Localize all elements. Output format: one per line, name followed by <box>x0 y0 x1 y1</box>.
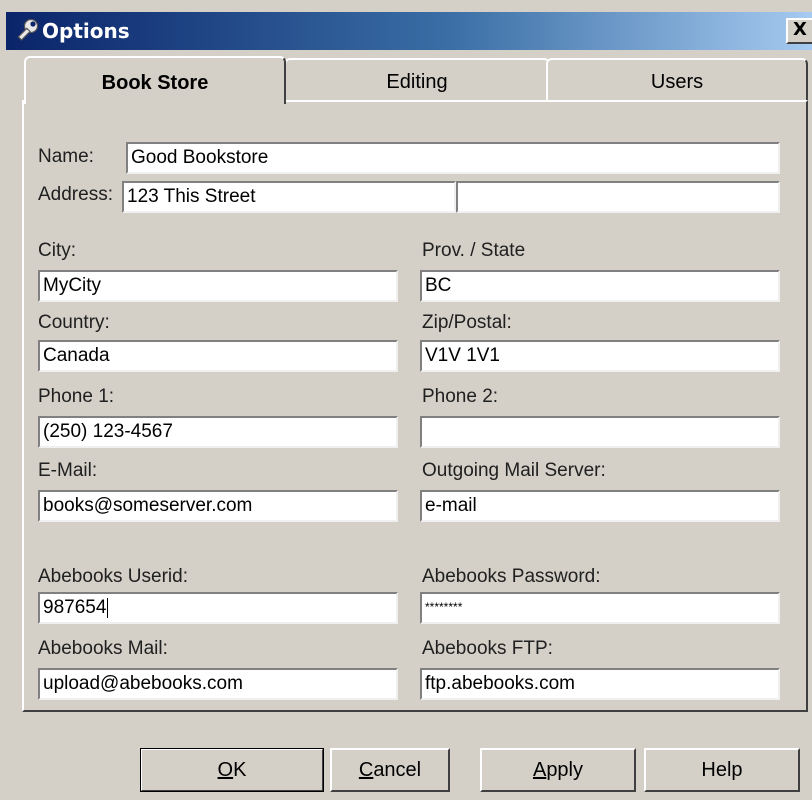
prov-state-field[interactable]: BC <box>420 270 780 302</box>
address-line1-field[interactable]: 123 This Street <box>122 181 456 213</box>
abebooks-password-label: Abebooks Password: <box>422 566 601 587</box>
city-field[interactable]: MyCity <box>38 270 398 302</box>
abebooks-userid-label: Abebooks Userid: <box>38 566 188 587</box>
country-field[interactable]: Canada <box>38 340 398 372</box>
abebooks-mail-field[interactable]: upload@abebooks.com <box>38 668 398 700</box>
abebooks-userid-field[interactable]: 987654 <box>38 592 398 624</box>
abebooks-ftp-label: Abebooks FTP: <box>422 638 553 659</box>
zip-label: Zip/Postal: <box>422 312 512 333</box>
phone1-label: Phone 1: <box>38 386 115 407</box>
address-line2-field[interactable] <box>456 181 780 213</box>
email-label: E-Mail: <box>38 460 98 481</box>
abebooks-userid-value: 987654 <box>43 597 107 618</box>
phone1-field[interactable]: (250) 123-4567 <box>38 416 398 448</box>
abebooks-ftp-field[interactable]: ftp.abebooks.com <box>420 668 780 700</box>
prov-state-label: Prov. / State <box>422 240 526 261</box>
city-label: City: <box>38 240 76 261</box>
phone2-label: Phone 2: <box>422 386 499 407</box>
zip-field[interactable]: V1V 1V1 <box>420 340 780 372</box>
abebooks-password-field[interactable]: ******** <box>420 592 780 624</box>
country-label: Country: <box>38 312 110 333</box>
mail-server-label: Outgoing Mail Server: <box>422 460 606 481</box>
abebooks-mail-label: Abebooks Mail: <box>38 638 168 659</box>
phone2-field[interactable] <box>420 416 780 448</box>
email-field[interactable]: books@someserver.com <box>38 490 398 522</box>
name-field[interactable]: Good Bookstore <box>126 142 780 174</box>
name-label: Name: <box>38 146 94 167</box>
options-dialog: Options X Book Store Editing Users Name:… <box>0 0 812 800</box>
address-label: Address: <box>38 184 113 205</box>
mail-server-field[interactable]: e-mail <box>420 490 780 522</box>
book-store-form: Name: Good Bookstore Address: 123 This S… <box>0 0 812 800</box>
text-caret <box>107 597 109 618</box>
